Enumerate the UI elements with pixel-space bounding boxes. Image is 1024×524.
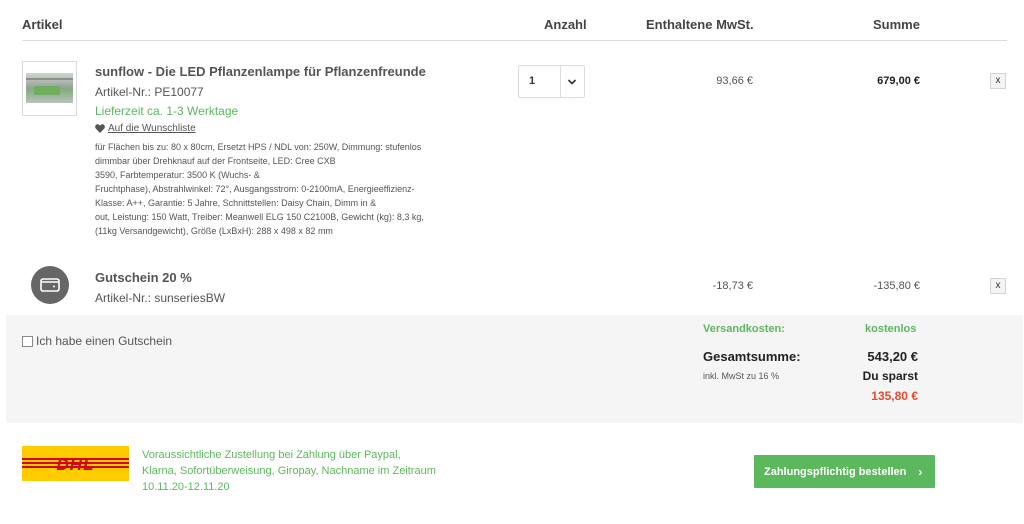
voucher-title: Gutschein 20 % (95, 270, 192, 285)
voucher-article-number: Artikel-Nr.: sunseriesBW (95, 291, 226, 305)
place-order-button[interactable]: Zahlungspflichtig bestellen › (754, 455, 935, 488)
savings-value: 135,80 € (871, 389, 918, 403)
column-header-vat: Enthaltene MwSt. (646, 17, 754, 32)
heart-icon (95, 124, 105, 133)
column-header-article: Artikel (22, 17, 63, 32)
description-line: (11kg Versandgewicht), Größe (LxBxH): 28… (95, 226, 333, 236)
quantity-select[interactable]: 1 (518, 65, 585, 98)
chevron-right-icon: › (918, 464, 923, 479)
description-line: dimmbar über Drehknauf auf der Frontseit… (95, 156, 336, 166)
product-description: für Flächen bis zu: 80 x 80cm, Ersetzt H… (95, 140, 465, 238)
product-delivery-time: Lieferzeit ca. 1-3 Werktage (95, 104, 239, 118)
product-thumbnail[interactable] (22, 61, 77, 116)
description-line: Fruchtphase), Abstrahlwinkel: 72°, Ausga… (95, 184, 415, 194)
total-label: Gesamtsumme: (703, 349, 801, 364)
checkbox-box[interactable] (22, 335, 33, 347)
voucher-checkbox-label: Ich habe einen Gutschein (36, 334, 173, 348)
voucher-icon (31, 266, 69, 304)
quantity-value: 1 (529, 75, 536, 87)
shipping-value: kostenlos (865, 323, 917, 335)
column-header-quantity: Anzahl (544, 17, 587, 32)
description-line: 3590, Farbtemperatur: 3500 K (Wuchs- & (95, 170, 260, 180)
voucher-sum: -135,80 € (873, 280, 920, 292)
voucher-checkbox[interactable]: Ich habe einen Gutschein (22, 334, 172, 348)
description-line: Klasse: A++, Garantie: 5 Jahre, Schnitts… (95, 198, 377, 208)
product-image (26, 73, 73, 103)
shipping-label: Versandkosten: (703, 323, 785, 335)
product-article-number: Artikel-Nr.: PE10077 (95, 85, 204, 99)
wishlist-link-label: Auf die Wunschliste (108, 123, 196, 134)
quantity-divider (560, 66, 561, 97)
dhl-logo-text: DHL (56, 455, 95, 474)
description-line: für Flächen bis zu: 80 x 80cm, Ersetzt H… (95, 142, 422, 152)
place-order-label: Zahlungspflichtig bestellen (764, 465, 907, 478)
remove-product-button[interactable]: x (990, 73, 1006, 89)
wishlist-link[interactable]: Auf die Wunschliste (95, 123, 196, 134)
vat-note: inkl. MwSt zu 16 % (703, 371, 780, 381)
delivery-estimate: Voraussichtliche Zustellung bei Zahlung … (142, 447, 472, 495)
description-line: out, Leistung: 150 Watt, Treiber: Meanwe… (95, 212, 424, 222)
delivery-line: Voraussichtliche Zustellung bei Zahlung … (142, 449, 401, 461)
product-title[interactable]: sunflow - Die LED Pflanzenlampe für Pfla… (95, 64, 426, 79)
remove-voucher-button[interactable]: x (990, 278, 1006, 294)
delivery-line: Klarna, Sofortüberweisung, Giropay, Nach… (142, 465, 436, 477)
total-value: 543,20 € (867, 349, 918, 364)
dhl-logo: DHL (22, 446, 129, 481)
column-header-sum: Summe (873, 17, 920, 32)
header-divider (22, 40, 1007, 41)
savings-label: Du sparst (862, 369, 918, 383)
product-vat: 93,66 € (716, 75, 753, 87)
product-sum: 679,00 € (877, 75, 920, 87)
delivery-line: 10.11.20-12.11.20 (142, 481, 230, 493)
chevron-down-icon (567, 79, 577, 85)
voucher-vat: -18,73 € (712, 280, 753, 292)
